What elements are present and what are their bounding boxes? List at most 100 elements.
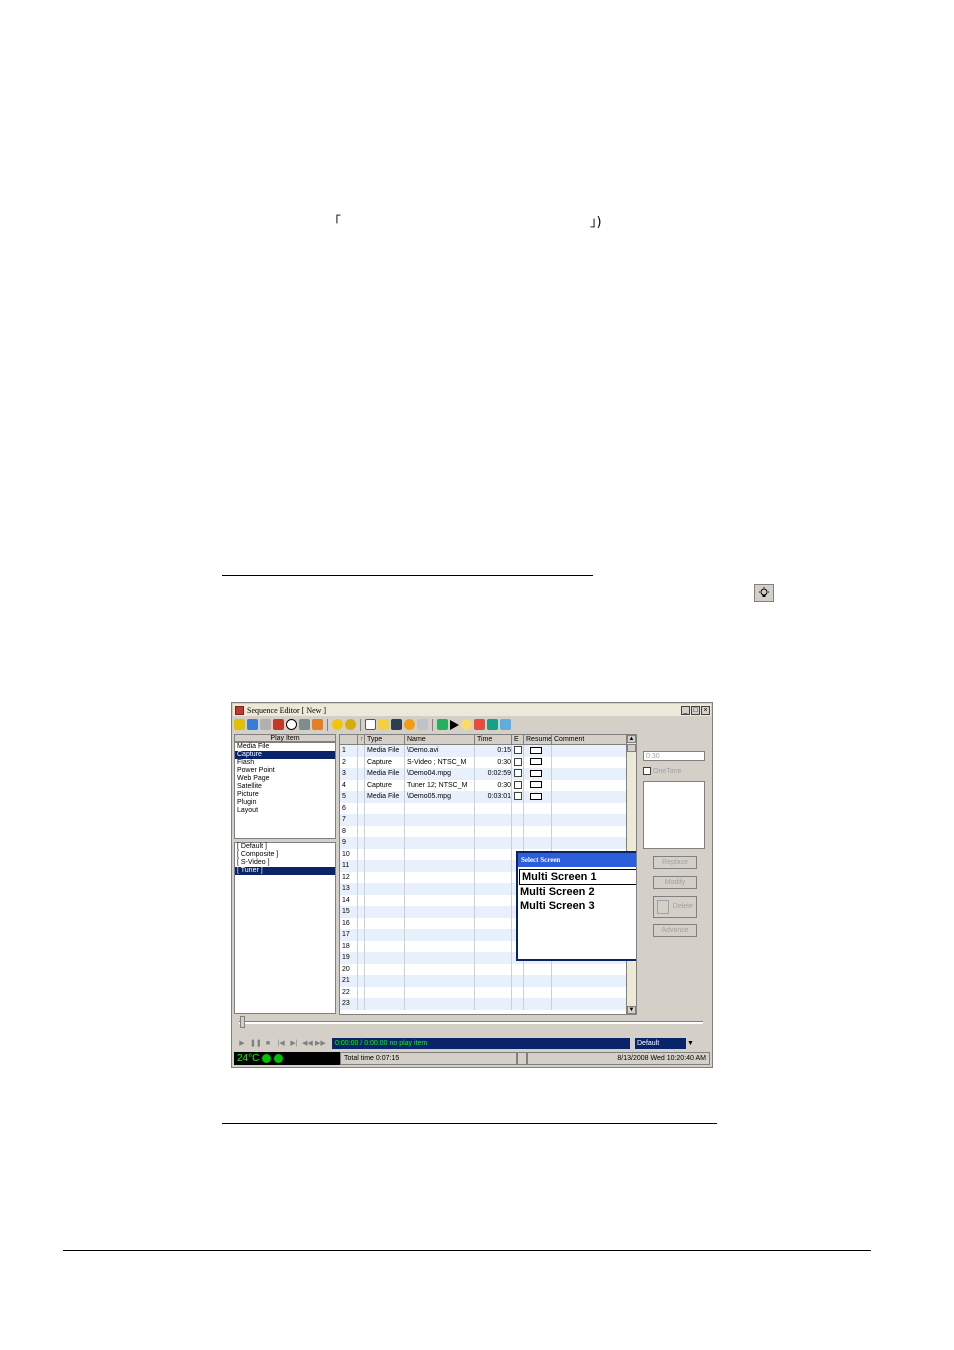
play-item[interactable]: Satellite	[235, 783, 335, 791]
table-row[interactable]: 7	[340, 814, 636, 826]
source-item[interactable]: [ Composite ]	[235, 851, 335, 859]
play-item[interactable]: Picture	[235, 791, 335, 799]
enable-checkbox[interactable]	[514, 757, 522, 766]
play-item[interactable]: Media File	[235, 743, 335, 751]
pause-button[interactable]: ❚❚	[250, 1039, 262, 1049]
export-icon[interactable]	[487, 719, 498, 730]
col-header[interactable]: Comment	[552, 735, 630, 744]
row-enable[interactable]	[512, 986, 524, 998]
resume-icon[interactable]	[530, 781, 542, 789]
row-resume[interactable]	[524, 768, 552, 780]
source-item[interactable]: [ S-Video ]	[235, 859, 335, 867]
time-input[interactable]: 0:30	[643, 751, 705, 761]
bulb-icon[interactable]	[461, 719, 472, 730]
enable-checkbox[interactable]	[514, 792, 522, 801]
row-enable[interactable]	[512, 768, 524, 780]
onetime-checkbox-box[interactable]	[643, 767, 651, 775]
col-header[interactable]	[340, 735, 358, 744]
rewind-button[interactable]: ◀◀	[302, 1039, 313, 1049]
row-enable[interactable]	[512, 837, 524, 849]
weather-icon[interactable]	[500, 719, 511, 730]
col-header[interactable]: Type	[365, 735, 405, 744]
table-row[interactable]: 8	[340, 825, 636, 837]
modify-button[interactable]: Modify	[653, 876, 697, 889]
col-header[interactable]: Time	[475, 735, 512, 744]
row-resume[interactable]	[524, 963, 552, 975]
row-resume[interactable]	[524, 756, 552, 768]
table-row[interactable]: 22	[340, 986, 636, 998]
settings-icon[interactable]	[404, 719, 415, 730]
brightness-low-icon[interactable]	[345, 719, 356, 730]
enable-checkbox[interactable]	[514, 746, 522, 755]
row-enable[interactable]	[512, 825, 524, 837]
chevron-down-icon[interactable]: ▼	[686, 1038, 695, 1049]
row-resume[interactable]	[524, 802, 552, 814]
table-row[interactable]: 3 Media File \Demo04.mpg 0:02:59	[340, 768, 636, 780]
col-header-sort[interactable]: ↑	[358, 735, 365, 744]
power-icon[interactable]	[262, 1054, 272, 1063]
play-item[interactable]: Web Page	[235, 775, 335, 783]
row-enable[interactable]	[512, 963, 524, 975]
cd-icon[interactable]	[260, 719, 271, 730]
row-enable[interactable]	[512, 998, 524, 1010]
record-icon[interactable]	[273, 719, 284, 730]
table-row[interactable]: 1 Media File \Demo.avi 0:15	[340, 745, 636, 757]
play-item[interactable]: Flash	[235, 759, 335, 767]
row-resume[interactable]	[524, 986, 552, 998]
clock-icon[interactable]	[286, 719, 297, 730]
tools-icon[interactable]	[474, 719, 485, 730]
table-row[interactable]: 5 Media File \Demo05.mpg 0:03:01	[340, 791, 636, 803]
col-header[interactable]: Resume	[524, 735, 552, 744]
row-resume[interactable]	[524, 791, 552, 803]
row-resume[interactable]	[524, 779, 552, 791]
row-enable[interactable]	[512, 745, 524, 757]
scroll-thumb[interactable]	[627, 744, 636, 752]
onetime-checkbox[interactable]: OneTime	[643, 767, 682, 775]
row-resume[interactable]	[524, 837, 552, 849]
save-icon[interactable]	[391, 719, 402, 730]
delete-button[interactable]: Delete	[653, 896, 697, 918]
resume-icon[interactable]	[530, 758, 542, 766]
row-resume[interactable]	[524, 745, 552, 757]
add-icon[interactable]	[274, 1054, 284, 1063]
col-header[interactable]: Name	[405, 735, 475, 744]
chart-icon[interactable]	[312, 719, 323, 730]
play-item[interactable]: Power Point	[235, 767, 335, 775]
col-header[interactable]: E	[512, 735, 524, 744]
next-button[interactable]: ▶|	[289, 1039, 299, 1049]
radiation-icon[interactable]	[234, 719, 245, 730]
resume-icon[interactable]	[530, 792, 542, 800]
minimize-button[interactable]: _	[681, 705, 690, 715]
check-icon[interactable]	[437, 719, 448, 730]
resume-icon[interactable]	[530, 746, 542, 754]
screen-option[interactable]: Multi Screen 3	[518, 899, 636, 913]
row-enable[interactable]	[512, 756, 524, 768]
replace-button[interactable]: Replace	[653, 856, 697, 869]
row-enable[interactable]	[512, 779, 524, 791]
row-resume[interactable]	[524, 975, 552, 987]
table-row[interactable]: 20	[340, 963, 636, 975]
row-enable[interactable]	[512, 791, 524, 803]
seek-slider[interactable]	[237, 1016, 705, 1030]
play-icon[interactable]	[450, 719, 459, 730]
scroll-up-icon[interactable]: ▲	[627, 735, 636, 743]
row-resume[interactable]	[524, 825, 552, 837]
screen-option[interactable]: Multi Screen 2	[518, 885, 636, 899]
fast-forward-button[interactable]: ▶▶	[315, 1039, 326, 1049]
profile-select[interactable]: Default ▼	[635, 1038, 695, 1049]
source-item[interactable]: [ Tuner ]	[235, 867, 335, 875]
resume-icon[interactable]	[530, 769, 542, 777]
row-enable[interactable]	[512, 802, 524, 814]
row-enable[interactable]	[512, 975, 524, 987]
play-item[interactable]: Layout	[235, 807, 335, 815]
row-resume[interactable]	[524, 814, 552, 826]
enable-checkbox[interactable]	[514, 780, 522, 789]
table-row[interactable]: 2 Capture S-Video ; NTSC_M 0:30	[340, 756, 636, 768]
clipboard-icon[interactable]	[417, 719, 428, 730]
scroll-down-icon[interactable]: ▼	[627, 1006, 636, 1014]
brightness-icon[interactable]	[332, 719, 343, 730]
table-row[interactable]: 21	[340, 975, 636, 987]
table-row[interactable]: 23	[340, 998, 636, 1010]
table-row[interactable]: 9	[340, 837, 636, 849]
play-button[interactable]: ▶	[237, 1039, 247, 1049]
